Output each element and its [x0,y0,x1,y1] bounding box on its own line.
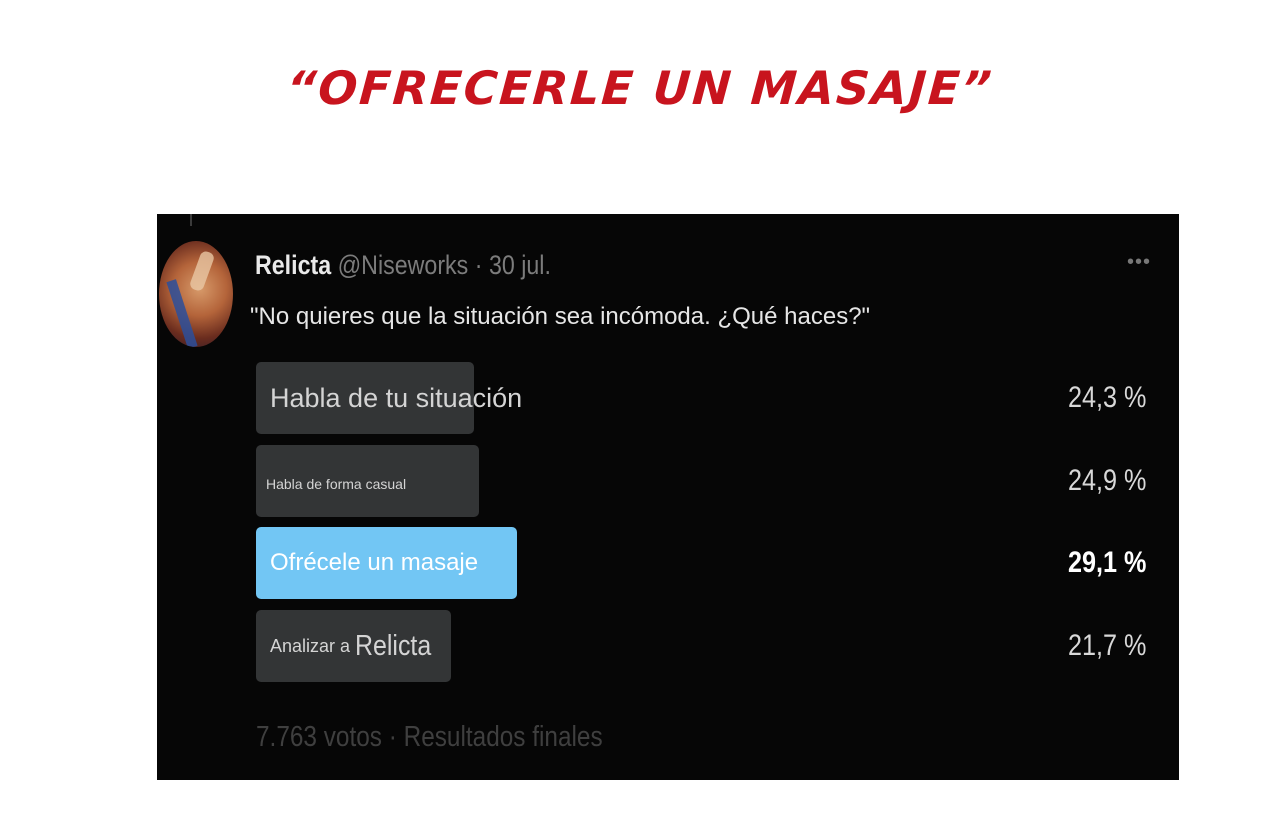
more-horizontal-icon[interactable]: ••• [1127,252,1151,272]
tweet-header: Relicta @Niseworks · 30 jul. [255,247,551,283]
poll-option-percent: 24,9 % [1067,464,1146,497]
author-name[interactable]: Relicta [255,250,331,280]
poll-option: Habla de forma casual 24,9 % [256,445,1146,517]
tweet-date[interactable]: 30 jul. [489,250,551,280]
headline: “OFRECERLE UN MASAJE” [284,61,996,115]
poll-option-label-name: Relicta [355,629,432,662]
poll-option-label-prefix: Analizar a [270,635,351,656]
page: “OFRECERLE UN MASAJE” Relicta @Niseworks… [0,0,1280,834]
poll-option-percent: 29,1 % [1067,546,1146,579]
author-handle[interactable]: @Niseworks [338,250,469,280]
poll-option-percent: 24,3 % [1067,381,1146,414]
poll-option: Ofrécele un masaje 29,1 % [256,527,1146,599]
header-separator: · [474,250,483,280]
avatar-detail [188,249,216,293]
thread-line [190,214,192,226]
poll-option-label: Habla de tu situación [270,382,523,413]
poll-option-label: Analizar a Relicta [270,610,444,682]
avatar[interactable] [159,241,233,347]
tweet-card[interactable]: Relicta @Niseworks · 30 jul. ••• "No qui… [157,214,1179,780]
poll-option: Habla de tu situación 24,3 % [256,362,1146,434]
poll-option-label: Ofrécele un masaje [270,549,479,576]
poll-footer: 7.763 votos · Resultados finales [256,721,603,753]
poll-option-percent: 21,7 % [1067,629,1146,662]
tweet-text: "No quieres que la situación sea incómod… [250,303,871,330]
poll-option-label: Habla de forma casual [266,476,407,492]
poll-option: Analizar a Relicta 21,7 % [256,610,1146,682]
